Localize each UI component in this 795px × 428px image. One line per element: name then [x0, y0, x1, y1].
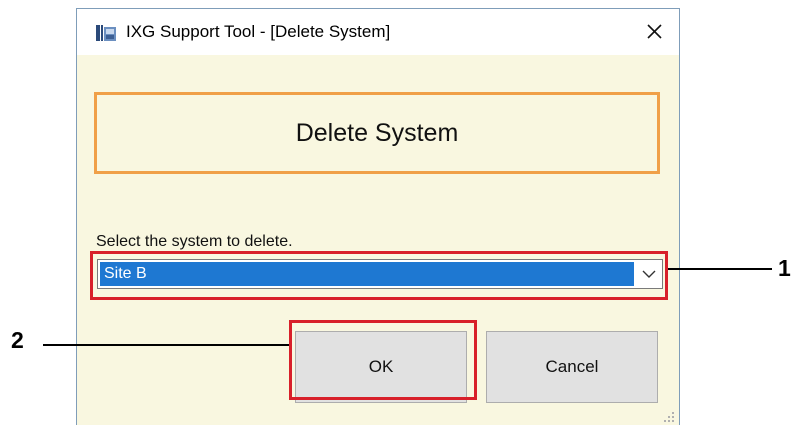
dialog-heading: Delete System — [295, 119, 459, 147]
resize-grip-icon[interactable] — [663, 410, 675, 422]
callout-number-1: 1 — [778, 255, 791, 281]
dialog-window: IXG Support Tool - [Delete System] Delet… — [76, 8, 680, 425]
header-panel: Delete System — [94, 92, 660, 174]
app-icon — [95, 23, 117, 43]
ok-button[interactable]: OK — [295, 331, 467, 403]
chevron-down-icon[interactable] — [640, 266, 658, 282]
close-button[interactable] — [637, 17, 671, 47]
callout-number-2: 2 — [11, 327, 24, 353]
cancel-button[interactable]: Cancel — [486, 331, 658, 403]
window-title: IXG Support Tool - [Delete System] — [126, 22, 391, 41]
callout-2-leader-line — [43, 344, 289, 346]
selected-system-value: Site B — [100, 262, 634, 286]
close-icon — [637, 24, 671, 51]
system-select-dropdown[interactable]: Site B — [97, 259, 663, 289]
title-bar: IXG Support Tool - [Delete System] — [77, 9, 679, 55]
callout-1-leader-line — [668, 268, 772, 270]
system-select-label: Select the system to delete. — [96, 233, 293, 250]
